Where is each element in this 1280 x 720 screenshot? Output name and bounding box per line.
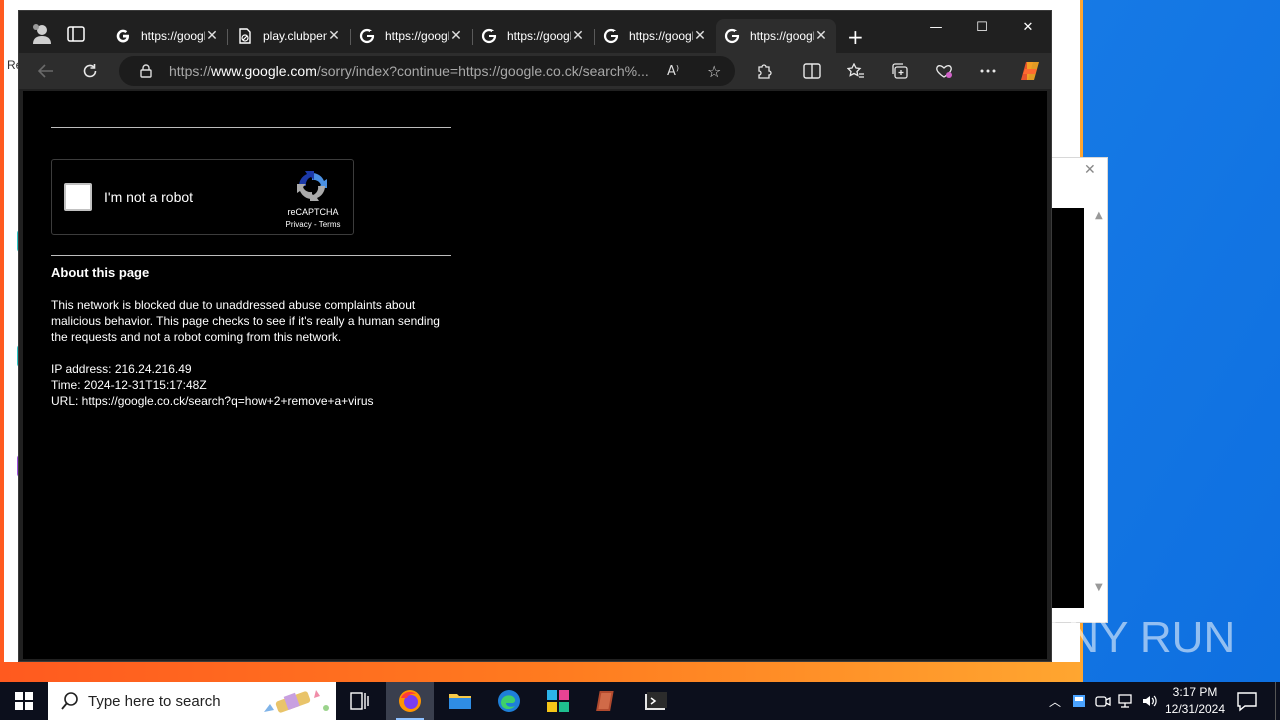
url-host: www.google.com	[211, 63, 317, 79]
google-g-icon	[359, 28, 375, 44]
scroll-up-icon[interactable]: ▲	[1095, 210, 1103, 221]
recaptcha-checkbox[interactable]	[64, 183, 92, 211]
system-clock[interactable]: 3:17 PM 12/31/2024	[1160, 684, 1230, 718]
copilot-icon[interactable]	[1017, 59, 1043, 83]
side-panel-content	[1051, 208, 1084, 608]
favorites-icon[interactable]	[843, 59, 869, 83]
browser-toolbar: https://www.google.com/sorry/index?conti…	[19, 53, 1051, 89]
profile-icon[interactable]	[31, 23, 53, 45]
notification-center-icon[interactable]	[1236, 690, 1258, 712]
scroll-down-icon[interactable]: ▼	[1095, 582, 1103, 593]
timestamp: Time: 2024-12-31T15:17:48Z	[51, 378, 207, 392]
google-g-icon	[603, 28, 619, 44]
close-icon[interactable]: ✕	[1084, 162, 1096, 178]
recaptcha-widget: I'm not a robot reCAPTCHA Privacy - Term…	[51, 159, 354, 235]
close-tab-icon[interactable]: ✕	[814, 28, 828, 44]
tab-google-search-2[interactable]: https://google.co.ck/search ✕	[351, 19, 471, 53]
firefox-taskbar-icon[interactable]	[386, 682, 434, 720]
google-g-icon	[724, 28, 740, 44]
recaptcha-privacy-terms[interactable]: Privacy - Terms	[280, 220, 346, 229]
url-text[interactable]: https://www.google.com/sorry/index?conti…	[169, 63, 667, 79]
lock-icon[interactable]	[139, 64, 153, 78]
tab-label: https://google.co.ck/search	[750, 29, 814, 43]
tab-google-search-4[interactable]: https://google.co.ck/search ✕	[595, 19, 715, 53]
anyrun-watermark: ANY RUN	[1038, 606, 1235, 670]
browser-window: https://google.co.ck/search?q=how+2+remo…	[18, 10, 1052, 662]
google-g-icon	[481, 28, 497, 44]
back-arrow-icon[interactable]	[33, 59, 59, 83]
browser-essentials-icon[interactable]	[931, 59, 957, 83]
tab-label: https://google.co.ck/search	[385, 29, 449, 43]
google-g-icon	[116, 29, 129, 43]
divider	[51, 255, 451, 256]
taskbar: Type here to search ︿ 3:17 PM 12/31/2024	[0, 682, 1280, 720]
request-info: IP address: 216.24.216.49 Time: 2024-12-…	[51, 361, 374, 409]
tab-label: play.clubpenguin	[263, 29, 327, 43]
volume-icon[interactable]	[1141, 692, 1159, 710]
divider	[51, 127, 451, 128]
taskbar-search-box[interactable]: Type here to search	[48, 682, 336, 720]
tab-actions-icon[interactable]	[67, 26, 85, 42]
page-content: I'm not a robot reCAPTCHA Privacy - Term…	[23, 91, 1047, 659]
tab-label: https://google.co.ck/search?q=how+2+remo…	[141, 29, 205, 43]
clock-time: 3:17 PM	[1172, 685, 1218, 699]
ip-address: IP address: 216.24.216.49	[51, 362, 192, 376]
close-tab-icon[interactable]: ✕	[693, 28, 707, 44]
favorite-star-icon[interactable]: ☆	[707, 62, 725, 81]
url-path: /sorry/index?continue=https://google.co.…	[316, 63, 649, 79]
tab-google-search-1[interactable]: https://google.co.ck/search?q=how+2+remo…	[107, 19, 227, 53]
search-icon	[61, 692, 78, 710]
storage-icon[interactable]	[1070, 692, 1088, 710]
network-icon[interactable]	[1117, 692, 1135, 710]
url-scheme: https://	[169, 63, 212, 79]
collections-icon[interactable]	[887, 59, 913, 83]
more-options-icon[interactable]	[975, 59, 1001, 83]
address-bar[interactable]: https://www.google.com/sorry/index?conti…	[119, 56, 735, 86]
app-book-icon[interactable]	[583, 682, 631, 720]
show-hidden-icons-chevron-icon[interactable]: ︿	[1046, 692, 1064, 710]
recaptcha-label: I'm not a robot	[104, 189, 194, 205]
refresh-icon[interactable]	[77, 59, 103, 83]
search-placeholder: Type here to search	[88, 692, 221, 710]
close-tab-icon[interactable]: ✕	[571, 28, 585, 44]
app-terminal-icon[interactable]	[632, 682, 680, 720]
file-explorer-icon[interactable]	[436, 682, 484, 720]
recaptcha-brand: reCAPTCHA	[287, 207, 339, 217]
close-tab-icon[interactable]: ✕	[205, 28, 219, 44]
search-highlight-illustration-icon	[264, 690, 329, 713]
blocked-page-icon	[239, 28, 251, 44]
meet-now-icon[interactable]	[1094, 692, 1112, 710]
tab-label: https://google.co.ck/search	[629, 29, 693, 43]
tab-label: https://google.co.ck/search	[507, 29, 571, 43]
split-screen-icon[interactable]	[799, 59, 825, 83]
extensions-icon[interactable]	[751, 59, 777, 83]
close-tab-icon[interactable]: ✕	[327, 28, 341, 44]
about-title: About this page	[51, 265, 150, 280]
tab-clubpenguin[interactable]: play.clubpenguin ✕	[229, 19, 349, 53]
task-view-icon[interactable]	[336, 682, 384, 720]
clock-date: 12/31/2024	[1164, 702, 1226, 716]
tab-bar: https://google.co.ck/search?q=how+2+remo…	[19, 11, 1051, 59]
read-aloud-icon[interactable]: A⁾	[667, 64, 685, 79]
minimize-icon[interactable]: —	[913, 11, 959, 43]
tab-google-search-3[interactable]: https://google.co.ck/search ✕	[473, 19, 593, 53]
close-tab-icon[interactable]: ✕	[449, 28, 463, 44]
recaptcha-logo-icon	[297, 171, 327, 201]
tab-separator	[227, 29, 228, 45]
edge-browser-icon[interactable]	[485, 682, 533, 720]
close-window-icon[interactable]: ✕	[1005, 11, 1051, 43]
new-tab-button[interactable]: +	[847, 25, 864, 49]
app-tiles-icon[interactable]	[534, 682, 582, 720]
maximize-icon[interactable]: ☐	[959, 11, 1005, 43]
show-desktop-button[interactable]	[1275, 682, 1280, 720]
blocked-url: URL: https://google.co.ck/search?q=how+2…	[51, 394, 374, 408]
windows-start-icon[interactable]	[0, 682, 48, 720]
watermark-text: ANY RUN	[1038, 613, 1236, 662]
background-side-panel: ✕ ▲ ▼	[1050, 157, 1108, 623]
window-controls: — ☐ ✕	[913, 11, 1051, 43]
about-description: This network is blocked due to unaddress…	[51, 298, 440, 344]
tab-google-search-active[interactable]: https://google.co.ck/search ✕	[716, 19, 836, 53]
